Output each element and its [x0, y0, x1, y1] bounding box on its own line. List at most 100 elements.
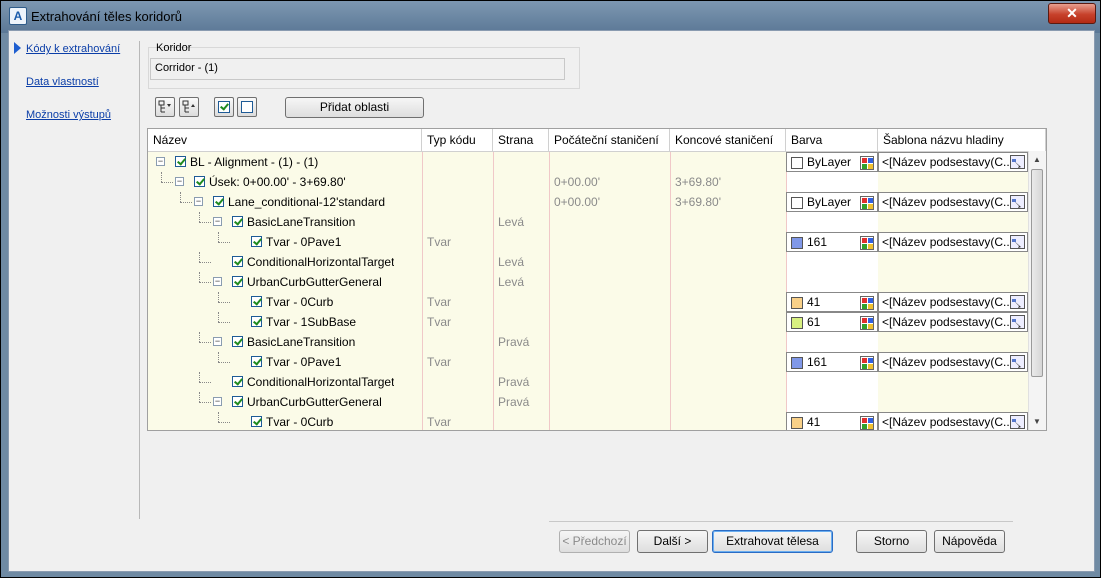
table-row[interactable]: − BasicLaneTransition Levá [148, 212, 1028, 232]
col-header-side[interactable]: Strana [493, 129, 549, 151]
layer-template-cell[interactable]: <[Název podsestavy(C... [878, 412, 1028, 430]
col-header-end-station[interactable]: Koncové staničení [670, 129, 786, 151]
expand-all-icon [158, 100, 171, 113]
scroll-down-icon[interactable]: ▼ [1033, 417, 1041, 426]
color-picker-icon[interactable] [860, 316, 874, 330]
expand-all-button[interactable] [155, 97, 175, 117]
row-checkbox[interactable] [232, 376, 243, 387]
row-checkbox[interactable] [232, 256, 243, 267]
row-checkbox[interactable] [232, 216, 243, 227]
col-header-code-type[interactable]: Typ kódu [422, 129, 493, 151]
side-cell: Pravá [498, 375, 530, 389]
collapse-toggle-icon[interactable]: − [213, 337, 222, 346]
table-row[interactable]: Tvar - 0Curb Tvar 41 <[Název podsestavy(C..… [148, 292, 1028, 312]
code-type-cell: Tvar [427, 415, 451, 429]
column-divider [493, 272, 494, 292]
row-name: Tvar - 0Curb [266, 295, 334, 309]
color-picker-icon[interactable] [860, 236, 874, 250]
table-row[interactable]: Tvar - 0Curb Tvar 41 <[Název podsestavy(C..… [148, 412, 1028, 430]
color-cell[interactable]: 41 [786, 292, 878, 312]
color-picker-icon[interactable] [860, 196, 874, 210]
table-row[interactable]: − Úsek: 0+00.00' - 3+69.80' 0+00.00' 3+69.8… [148, 172, 1028, 192]
edit-template-icon[interactable] [1010, 235, 1025, 249]
row-checkbox[interactable] [251, 416, 262, 427]
collapse-toggle-icon[interactable]: − [156, 157, 165, 166]
table-row[interactable]: − BL - Alignment - (1) - (1) ByLayer <[Náze… [148, 152, 1028, 172]
row-checkbox[interactable] [232, 276, 243, 287]
edit-template-icon[interactable] [1010, 415, 1025, 429]
column-divider [670, 172, 671, 192]
collapse-all-button[interactable] [179, 97, 199, 117]
layer-template-cell[interactable]: <[Název podsestavy(C... [878, 292, 1028, 312]
extract-solids-button[interactable]: Extrahovat tělesa [712, 530, 833, 553]
nav-item-output-options[interactable]: Možnosti výstupů [26, 109, 111, 121]
previous-button[interactable]: < Předchozí [559, 530, 630, 553]
color-cell[interactable]: 161 [786, 232, 878, 252]
collapse-toggle-icon[interactable]: − [213, 277, 222, 286]
collapse-toggle-icon[interactable]: − [194, 197, 203, 206]
table-row[interactable]: Tvar - 0Pave1 Tvar 161 <[Název podsestavy(C… [148, 232, 1028, 252]
color-picker-icon[interactable] [860, 296, 874, 310]
vertical-scrollbar[interactable]: ▲ ▼ [1028, 151, 1046, 430]
collapse-toggle-icon[interactable]: − [175, 177, 184, 186]
layer-template-cell[interactable]: <[Název podsestavy(C... [878, 312, 1028, 332]
check-all-button[interactable] [214, 97, 234, 117]
edit-template-icon[interactable] [1010, 155, 1025, 169]
title-bar[interactable]: A Extrahování těles koridorů ✕ [1, 1, 1100, 33]
cancel-button[interactable]: Storno [856, 530, 927, 553]
row-checkbox[interactable] [251, 236, 262, 247]
row-checkbox[interactable] [251, 296, 262, 307]
column-divider [493, 392, 494, 412]
edit-template-icon[interactable] [1010, 315, 1025, 329]
layer-template-cell[interactable]: <[Název podsestavy(C... [878, 232, 1028, 252]
layer-template-cell[interactable]: <[Název podsestavy(C... [878, 192, 1028, 212]
row-checkbox[interactable] [232, 396, 243, 407]
nav-item-codes[interactable]: Kódy k extrahování [26, 43, 120, 55]
row-checkbox[interactable] [251, 316, 262, 327]
color-picker-icon[interactable] [860, 416, 874, 430]
color-cell[interactable]: 41 [786, 412, 878, 430]
tree-line [199, 392, 201, 402]
help-button[interactable]: Nápověda [934, 530, 1005, 553]
row-checkbox[interactable] [213, 196, 224, 207]
add-regions-button[interactable]: Přidat oblasti [285, 97, 424, 118]
edit-template-icon[interactable] [1010, 295, 1025, 309]
color-cell[interactable]: 161 [786, 352, 878, 372]
col-header-name[interactable]: Název [148, 129, 422, 151]
column-divider [670, 352, 671, 372]
table-row[interactable]: ConditionalHorizontalTarget Pravá [148, 372, 1028, 392]
table-row[interactable]: Tvar - 0Pave1 Tvar 161 <[Název podsestavy(C… [148, 352, 1028, 372]
collapse-toggle-icon[interactable]: − [213, 397, 222, 406]
edit-template-icon[interactable] [1010, 195, 1025, 209]
color-picker-icon[interactable] [860, 156, 874, 170]
table-row[interactable]: − UrbanCurbGutterGeneral Levá [148, 272, 1028, 292]
close-button[interactable]: ✕ [1048, 3, 1096, 24]
color-cell[interactable]: 61 [786, 312, 878, 332]
scroll-thumb[interactable] [1031, 169, 1043, 377]
column-divider [549, 192, 550, 212]
col-header-start-station[interactable]: Počáteční staničení [549, 129, 670, 151]
table-row[interactable]: − UrbanCurbGutterGeneral Pravá [148, 392, 1028, 412]
col-header-layer-template[interactable]: Šablona názvu hladiny [878, 129, 1046, 151]
col-header-color[interactable]: Barva [786, 129, 878, 151]
uncheck-all-button[interactable] [237, 97, 257, 117]
collapse-toggle-icon[interactable]: − [213, 217, 222, 226]
edit-template-icon[interactable] [1010, 355, 1025, 369]
color-cell[interactable]: ByLayer [786, 192, 878, 212]
table-row[interactable]: Tvar - 1SubBase Tvar 61 <[Název podsestavy(… [148, 312, 1028, 332]
row-checkbox[interactable] [194, 176, 205, 187]
table-row[interactable]: ConditionalHorizontalTarget Levá [148, 252, 1028, 272]
nav-item-property-data[interactable]: Data vlastností [26, 76, 99, 88]
scroll-up-icon[interactable]: ▲ [1033, 155, 1041, 164]
table-row[interactable]: − Lane_conditional-12'standard 0+00.00' 3+6… [148, 192, 1028, 212]
row-checkbox[interactable] [175, 156, 186, 167]
color-cell[interactable]: ByLayer [786, 152, 878, 172]
next-button[interactable]: Další > [637, 530, 708, 553]
layer-template-cell[interactable]: <[Název podsestavy(C... [878, 352, 1028, 372]
color-picker-icon[interactable] [860, 356, 874, 370]
row-checkbox[interactable] [232, 336, 243, 347]
table-row[interactable]: − BasicLaneTransition Pravá [148, 332, 1028, 352]
row-checkbox[interactable] [251, 356, 262, 367]
layer-template-cell[interactable]: <[Název podsestavy(C... [878, 152, 1028, 172]
column-divider [422, 212, 423, 232]
